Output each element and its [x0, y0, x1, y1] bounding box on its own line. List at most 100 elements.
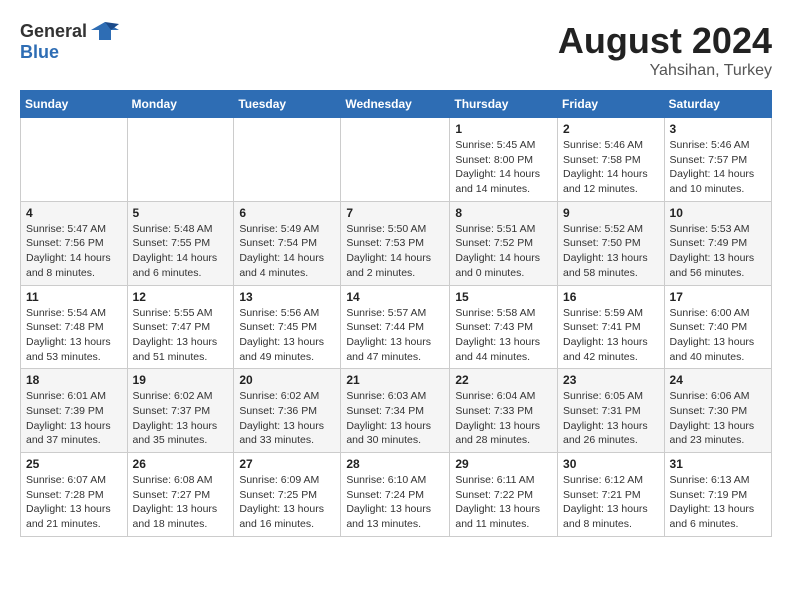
day-number: 6: [239, 206, 335, 220]
calendar-location: Yahsihan, Turkey: [558, 62, 772, 80]
day-number: 18: [26, 373, 122, 387]
day-info: Sunrise: 6:11 AM Sunset: 7:22 PM Dayligh…: [455, 473, 552, 532]
day-number: 3: [670, 122, 766, 136]
header-saturday: Saturday: [664, 91, 771, 118]
calendar-cell: 13 Sunrise: 5:56 AM Sunset: 7:45 PM Dayli…: [234, 285, 341, 369]
day-info: Sunrise: 6:02 AM Sunset: 7:36 PM Dayligh…: [239, 389, 335, 448]
calendar-header-row: Sunday Monday Tuesday Wednesday Thursday…: [21, 91, 772, 118]
day-number: 2: [563, 122, 659, 136]
day-number: 24: [670, 373, 766, 387]
calendar-cell: 16 Sunrise: 5:59 AM Sunset: 7:41 PM Dayli…: [558, 285, 665, 369]
calendar-cell: 20 Sunrise: 6:02 AM Sunset: 7:36 PM Dayli…: [234, 369, 341, 453]
calendar-cell: [127, 118, 234, 202]
calendar-cell: 31 Sunrise: 6:13 AM Sunset: 7:19 PM Dayli…: [664, 453, 771, 537]
day-number: 12: [133, 290, 229, 304]
day-info: Sunrise: 6:02 AM Sunset: 7:37 PM Dayligh…: [133, 389, 229, 448]
day-info: Sunrise: 6:10 AM Sunset: 7:24 PM Dayligh…: [346, 473, 444, 532]
calendar-table: Sunday Monday Tuesday Wednesday Thursday…: [20, 90, 772, 537]
calendar-cell: 19Sunrise: 6:02 AM Sunset: 7:37 PM Dayli…: [127, 369, 234, 453]
day-number: 16: [563, 290, 659, 304]
day-number: 8: [455, 206, 552, 220]
day-number: 31: [670, 457, 766, 471]
calendar-cell: 5Sunrise: 5:48 AM Sunset: 7:55 PM Daylig…: [127, 201, 234, 285]
logo: General Blue: [20, 20, 119, 63]
day-number: 4: [26, 206, 122, 220]
calendar-cell: 6Sunrise: 5:49 AM Sunset: 7:54 PM Daylig…: [234, 201, 341, 285]
calendar-cell: 11 Sunrise: 5:54 AM Sunset: 7:48 PM Dayli…: [21, 285, 128, 369]
calendar-week-2: 4 Sunrise: 5:47 AM Sunset: 7:56 PM Daylig…: [21, 201, 772, 285]
calendar-cell: 27 Sunrise: 6:09 AM Sunset: 7:25 PM Dayli…: [234, 453, 341, 537]
calendar-cell: 15Sunrise: 5:58 AM Sunset: 7:43 PM Dayli…: [450, 285, 558, 369]
calendar-cell: 14 Sunrise: 5:57 AM Sunset: 7:44 PM Dayli…: [341, 285, 450, 369]
day-info: Sunrise: 5:46 AM Sunset: 7:57 PM Dayligh…: [670, 138, 766, 197]
day-number: 26: [133, 457, 229, 471]
header-wednesday: Wednesday: [341, 91, 450, 118]
calendar-cell: 24 Sunrise: 6:06 AM Sunset: 7:30 PM Dayli…: [664, 369, 771, 453]
logo-bird-icon: [91, 20, 119, 42]
calendar-cell: 21 Sunrise: 6:03 AM Sunset: 7:34 PM Dayli…: [341, 369, 450, 453]
day-number: 20: [239, 373, 335, 387]
day-number: 30: [563, 457, 659, 471]
calendar-cell: 26 Sunrise: 6:08 AM Sunset: 7:27 PM Dayli…: [127, 453, 234, 537]
calendar-cell: 1 Sunrise: 5:45 AM Sunset: 8:00 PM Daylig…: [450, 118, 558, 202]
day-info: Sunrise: 6:04 AM Sunset: 7:33 PM Dayligh…: [455, 389, 552, 448]
calendar-week-5: 25Sunrise: 6:07 AM Sunset: 7:28 PM Dayli…: [21, 453, 772, 537]
day-number: 23: [563, 373, 659, 387]
day-info: Sunrise: 6:13 AM Sunset: 7:19 PM Dayligh…: [670, 473, 766, 532]
calendar-cell: [341, 118, 450, 202]
day-number: 1: [455, 122, 552, 136]
calendar-cell: [21, 118, 128, 202]
day-info: Sunrise: 6:06 AM Sunset: 7:30 PM Dayligh…: [670, 389, 766, 448]
day-number: 27: [239, 457, 335, 471]
calendar-cell: 18 Sunrise: 6:01 AM Sunset: 7:39 PM Dayli…: [21, 369, 128, 453]
calendar-week-4: 18 Sunrise: 6:01 AM Sunset: 7:39 PM Dayli…: [21, 369, 772, 453]
day-number: 21: [346, 373, 444, 387]
day-info: Sunrise: 6:01 AM Sunset: 7:39 PM Dayligh…: [26, 389, 122, 448]
header-friday: Friday: [558, 91, 665, 118]
day-info: Sunrise: 6:05 AM Sunset: 7:31 PM Dayligh…: [563, 389, 659, 448]
day-number: 14: [346, 290, 444, 304]
calendar-cell: 9Sunrise: 5:52 AM Sunset: 7:50 PM Daylig…: [558, 201, 665, 285]
day-info: Sunrise: 6:08 AM Sunset: 7:27 PM Dayligh…: [133, 473, 229, 532]
day-info: Sunrise: 5:45 AM Sunset: 8:00 PM Dayligh…: [455, 138, 552, 197]
day-info: Sunrise: 6:09 AM Sunset: 7:25 PM Dayligh…: [239, 473, 335, 532]
calendar-week-1: 1 Sunrise: 5:45 AM Sunset: 8:00 PM Daylig…: [21, 118, 772, 202]
day-info: Sunrise: 6:07 AM Sunset: 7:28 PM Dayligh…: [26, 473, 122, 532]
logo-blue-text: Blue: [20, 42, 59, 62]
page-header: General Blue August 2024 Yahsihan, Turke…: [20, 20, 772, 80]
calendar-cell: 4 Sunrise: 5:47 AM Sunset: 7:56 PM Daylig…: [21, 201, 128, 285]
day-info: Sunrise: 5:50 AM Sunset: 7:53 PM Dayligh…: [346, 222, 444, 281]
day-info: Sunrise: 5:59 AM Sunset: 7:41 PM Dayligh…: [563, 306, 659, 365]
day-info: Sunrise: 5:51 AM Sunset: 7:52 PM Dayligh…: [455, 222, 552, 281]
day-info: Sunrise: 5:54 AM Sunset: 7:48 PM Dayligh…: [26, 306, 122, 365]
calendar-week-3: 11 Sunrise: 5:54 AM Sunset: 7:48 PM Dayli…: [21, 285, 772, 369]
calendar-cell: 28Sunrise: 6:10 AM Sunset: 7:24 PM Dayli…: [341, 453, 450, 537]
header-sunday: Sunday: [21, 91, 128, 118]
day-number: 9: [563, 206, 659, 220]
day-info: Sunrise: 5:57 AM Sunset: 7:44 PM Dayligh…: [346, 306, 444, 365]
calendar-cell: 12 Sunrise: 5:55 AM Sunset: 7:47 PM Dayli…: [127, 285, 234, 369]
title-block: August 2024 Yahsihan, Turkey: [558, 20, 772, 80]
day-info: Sunrise: 6:00 AM Sunset: 7:40 PM Dayligh…: [670, 306, 766, 365]
day-info: Sunrise: 5:48 AM Sunset: 7:55 PM Dayligh…: [133, 222, 229, 281]
calendar-cell: 29 Sunrise: 6:11 AM Sunset: 7:22 PM Dayli…: [450, 453, 558, 537]
day-info: Sunrise: 5:53 AM Sunset: 7:49 PM Dayligh…: [670, 222, 766, 281]
calendar-cell: 17 Sunrise: 6:00 AM Sunset: 7:40 PM Dayli…: [664, 285, 771, 369]
calendar-cell: 22Sunrise: 6:04 AM Sunset: 7:33 PM Dayli…: [450, 369, 558, 453]
calendar-cell: 7Sunrise: 5:50 AM Sunset: 7:53 PM Daylig…: [341, 201, 450, 285]
day-number: 11: [26, 290, 122, 304]
day-info: Sunrise: 5:56 AM Sunset: 7:45 PM Dayligh…: [239, 306, 335, 365]
day-number: 29: [455, 457, 552, 471]
calendar-cell: 8 Sunrise: 5:51 AM Sunset: 7:52 PM Daylig…: [450, 201, 558, 285]
day-number: 10: [670, 206, 766, 220]
day-number: 13: [239, 290, 335, 304]
day-info: Sunrise: 6:03 AM Sunset: 7:34 PM Dayligh…: [346, 389, 444, 448]
day-info: Sunrise: 5:47 AM Sunset: 7:56 PM Dayligh…: [26, 222, 122, 281]
calendar-cell: 30 Sunrise: 6:12 AM Sunset: 7:21 PM Dayli…: [558, 453, 665, 537]
logo-general-text: General: [20, 21, 87, 42]
day-info: Sunrise: 6:12 AM Sunset: 7:21 PM Dayligh…: [563, 473, 659, 532]
day-number: 17: [670, 290, 766, 304]
calendar-cell: 10 Sunrise: 5:53 AM Sunset: 7:49 PM Dayli…: [664, 201, 771, 285]
day-info: Sunrise: 5:55 AM Sunset: 7:47 PM Dayligh…: [133, 306, 229, 365]
calendar-cell: 2Sunrise: 5:46 AM Sunset: 7:58 PM Daylig…: [558, 118, 665, 202]
